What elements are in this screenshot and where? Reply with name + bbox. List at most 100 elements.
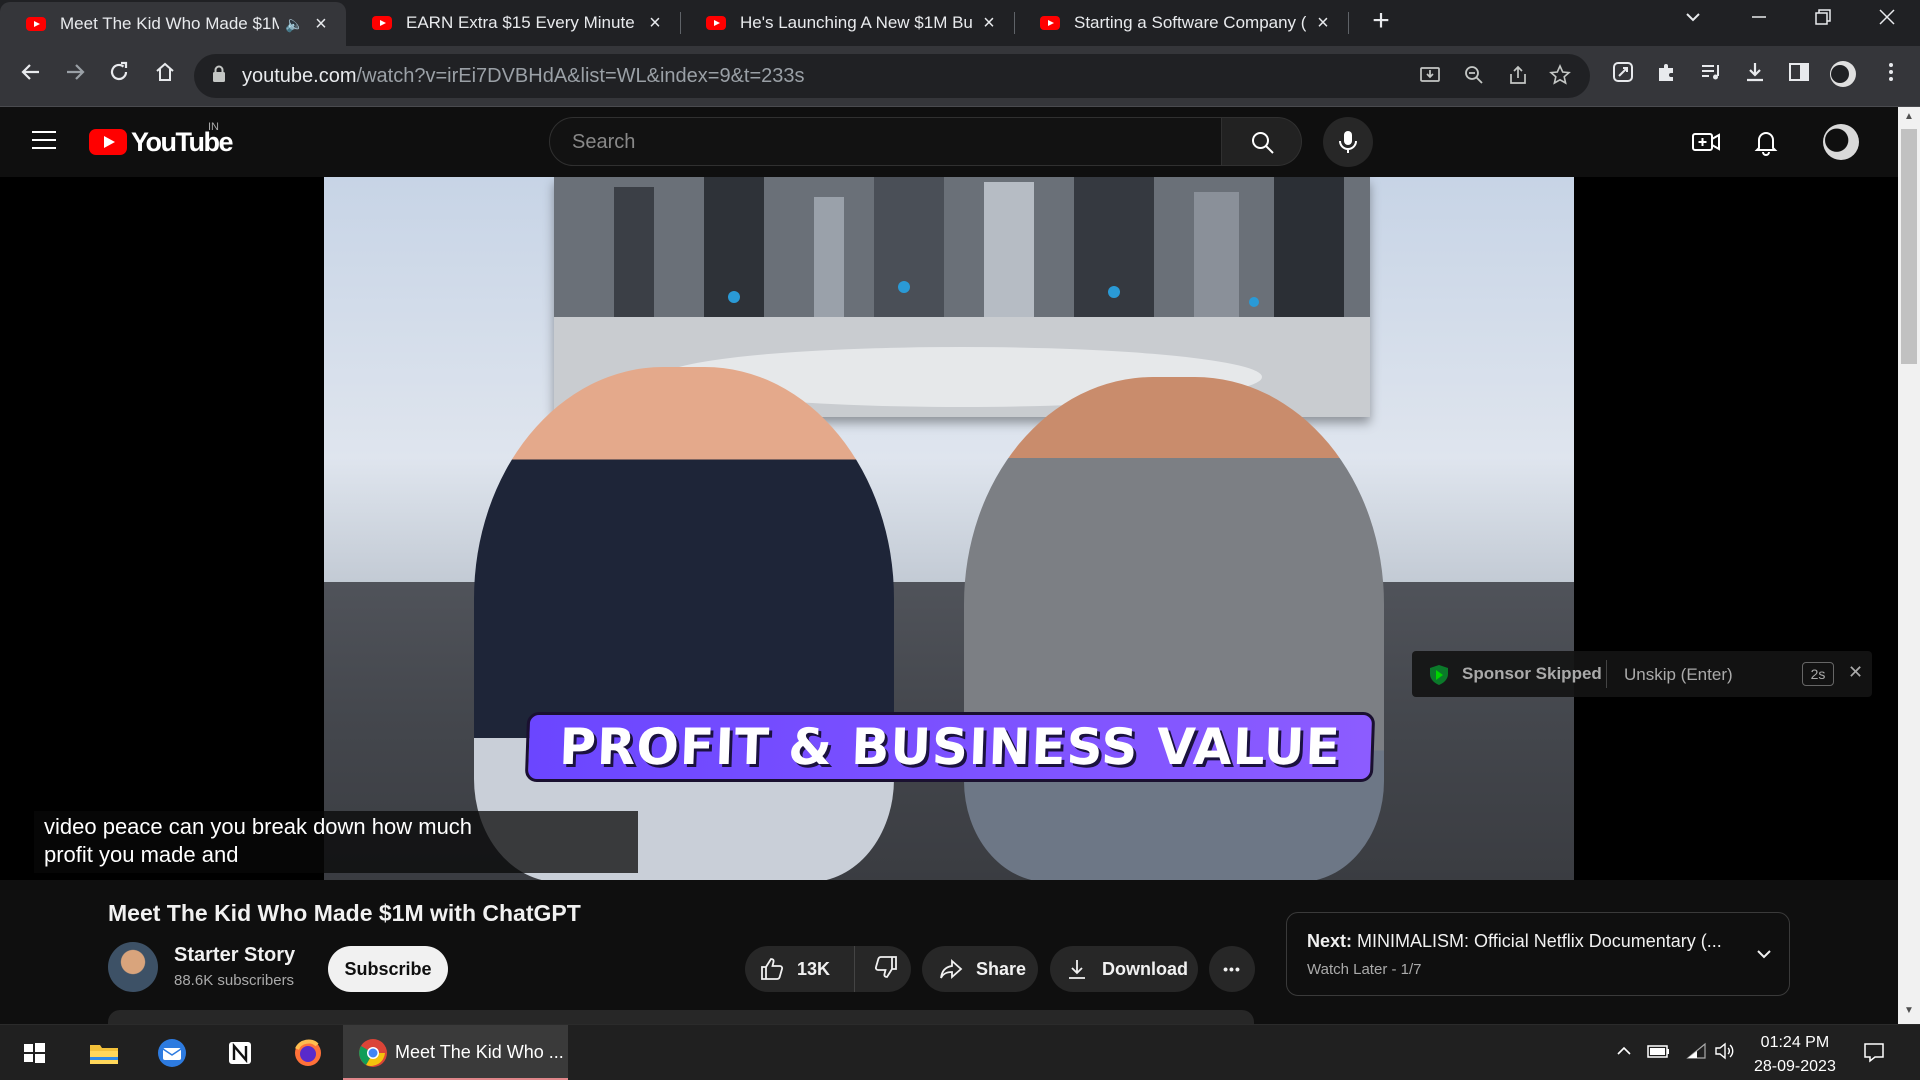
close-tab-icon[interactable]: × [644, 12, 666, 35]
close-tab-icon[interactable]: × [1312, 12, 1334, 35]
search-button[interactable] [1222, 117, 1302, 166]
windows-start-icon[interactable] [16, 1035, 52, 1071]
create-video-icon[interactable] [1690, 127, 1722, 157]
reload-icon[interactable] [104, 60, 134, 91]
downloads-icon[interactable] [1740, 60, 1770, 91]
browser-menu-icon[interactable] [1876, 60, 1906, 91]
next-title-line: Next: MINIMALISM: Official Netflix Docum… [1307, 931, 1722, 952]
video-overlay-text: PROFIT & BUSINESS VALUE [558, 718, 1342, 776]
download-icon [1069, 960, 1085, 979]
extensions-puzzle-icon[interactable] [1652, 60, 1682, 91]
region-code: IN [208, 121, 219, 133]
like-dislike-group: 13K [745, 946, 911, 992]
download-label: Download [1102, 958, 1188, 979]
media-queue-icon[interactable] [1696, 60, 1726, 91]
closed-captions: video peace can you break down how much … [34, 811, 638, 873]
next-in-playlist-card[interactable]: Next: MINIMALISM: Official Netflix Docum… [1286, 912, 1790, 996]
youtube-logo-icon[interactable] [89, 129, 127, 155]
clock-date: 28-09-2023 [1754, 1058, 1836, 1075]
unskip-button[interactable]: Unskip (Enter) [1624, 665, 1733, 685]
share-button[interactable]: Share [922, 946, 1038, 992]
caption-line-1: video peace can you break down how much [44, 814, 473, 839]
scrollbar-thumb[interactable] [1901, 129, 1917, 364]
notifications-bell-icon[interactable] [1751, 127, 1783, 157]
tab-4[interactable]: Starting a Software Company (A × [1014, 0, 1348, 46]
system-clock[interactable]: 01:24 PM 28-09-2023 [1754, 1031, 1836, 1079]
like-button[interactable]: 13K [745, 946, 855, 992]
notification-center-icon[interactable] [1862, 1041, 1886, 1068]
install-app-icon[interactable] [1416, 64, 1444, 92]
next-video-title[interactable]: MINIMALISM: Official Netflix Documentary… [1357, 931, 1722, 951]
back-icon[interactable] [16, 60, 46, 91]
next-prefix: Next: [1307, 931, 1353, 951]
bookmark-star-icon[interactable] [1546, 64, 1574, 92]
share-label: Share [976, 958, 1027, 979]
video-frame-person-left [474, 367, 894, 880]
voice-search-button[interactable] [1323, 117, 1373, 167]
zoom-icon[interactable] [1460, 64, 1488, 92]
youtube-favicon-icon [26, 17, 46, 31]
address-bar[interactable]: youtube.com/watch?v=irEi7DVBHdA&list=WL&… [194, 54, 1590, 98]
windows-taskbar: Meet The Kid Who ... 01:24 PM 28-09-2023 [0, 1024, 1920, 1080]
video-title: Meet The Kid Who Made $1M with ChatGPT [108, 900, 581, 926]
chevron-down-icon[interactable] [1753, 943, 1775, 965]
home-icon[interactable] [150, 60, 180, 91]
like-count: 13K [797, 958, 831, 979]
file-explorer-icon[interactable] [86, 1035, 122, 1071]
firefox-icon[interactable] [290, 1035, 326, 1071]
browser-toolbar: youtube.com/watch?v=irEi7DVBHdA&list=WL&… [0, 46, 1920, 107]
tab-title: EARN Extra $15 Every Minute SEL [406, 13, 638, 32]
close-window-icon[interactable] [1876, 6, 1898, 34]
tab-search-chevron-icon[interactable] [1682, 6, 1704, 34]
new-tab-button[interactable]: + [1366, 4, 1396, 38]
close-notice-icon[interactable]: ✕ [1848, 662, 1863, 683]
dislike-button[interactable] [855, 954, 899, 985]
scroll-up-arrow-icon[interactable]: ▲ [1904, 111, 1914, 122]
youtube-favicon-icon [372, 16, 392, 30]
close-tab-icon[interactable]: × [978, 12, 1000, 35]
minimize-icon[interactable] [1748, 6, 1770, 34]
search-input[interactable]: Search [549, 117, 1222, 166]
search-placeholder: Search [572, 131, 636, 153]
more-actions-button[interactable]: ••• [1209, 946, 1255, 992]
wifi-icon[interactable] [1686, 1041, 1708, 1066]
scroll-down-arrow-icon[interactable]: ▼ [1904, 1005, 1914, 1016]
url-domain: youtube.com [242, 65, 357, 87]
youtube-favicon-icon [1040, 16, 1060, 30]
tab-active[interactable]: Meet The Kid Who Made $1M with ChatGPT 🔈… [0, 2, 346, 46]
account-avatar[interactable] [1823, 124, 1859, 160]
channel-name[interactable]: Starter Story [174, 944, 295, 967]
guide-menu-icon[interactable] [32, 131, 56, 149]
profile-avatar-icon[interactable] [1828, 60, 1858, 95]
channel-avatar[interactable] [108, 942, 158, 992]
clock-time: 01:24 PM [1760, 1034, 1830, 1051]
taskbar-chrome-button[interactable]: Meet The Kid Who ... [343, 1025, 568, 1080]
share-page-icon[interactable] [1504, 64, 1532, 92]
share-arrow-icon [940, 958, 963, 980]
restore-icon[interactable] [1812, 6, 1834, 34]
notion-icon[interactable] [222, 1035, 258, 1071]
download-button[interactable]: Download [1050, 946, 1198, 992]
volume-icon[interactable] [1714, 1041, 1736, 1066]
page-scrollbar[interactable]: ▲ ▼ [1898, 107, 1920, 1024]
search-icon [1252, 132, 1274, 154]
screen: Meet The Kid Who Made $1M with ChatGPT 🔈… [0, 0, 1920, 1080]
playlist-position: Watch Later - 1/7 [1307, 961, 1422, 978]
show-hidden-icons-icon[interactable] [1614, 1041, 1634, 1066]
mail-app-icon[interactable] [154, 1035, 190, 1071]
sponsor-countdown: 2s [1802, 662, 1834, 686]
tab-2[interactable]: EARN Extra $15 Every Minute SEL × [346, 0, 680, 46]
sponsorblock-shield-icon [1430, 665, 1448, 685]
forward-icon[interactable] [60, 60, 90, 91]
url-text[interactable]: youtube.com/watch?v=irEi7DVBHdA&list=WL&… [242, 65, 805, 88]
side-panel-icon[interactable] [1784, 60, 1814, 91]
subscribe-button[interactable]: Subscribe [328, 946, 448, 992]
battery-icon[interactable] [1646, 1041, 1672, 1066]
tab-3[interactable]: He's Launching A New $1M Busi × [680, 0, 1014, 46]
video-player[interactable]: PROFIT & BUSINESS VALUE [324, 177, 1574, 880]
close-tab-icon[interactable]: × [310, 13, 332, 36]
video-info-area: Meet The Kid Who Made $1M with ChatGPT S… [0, 880, 1898, 1030]
lock-icon[interactable] [212, 65, 226, 83]
extension-shortcut-icon[interactable] [1608, 60, 1638, 91]
speaker-icon[interactable]: 🔈 [285, 15, 304, 33]
